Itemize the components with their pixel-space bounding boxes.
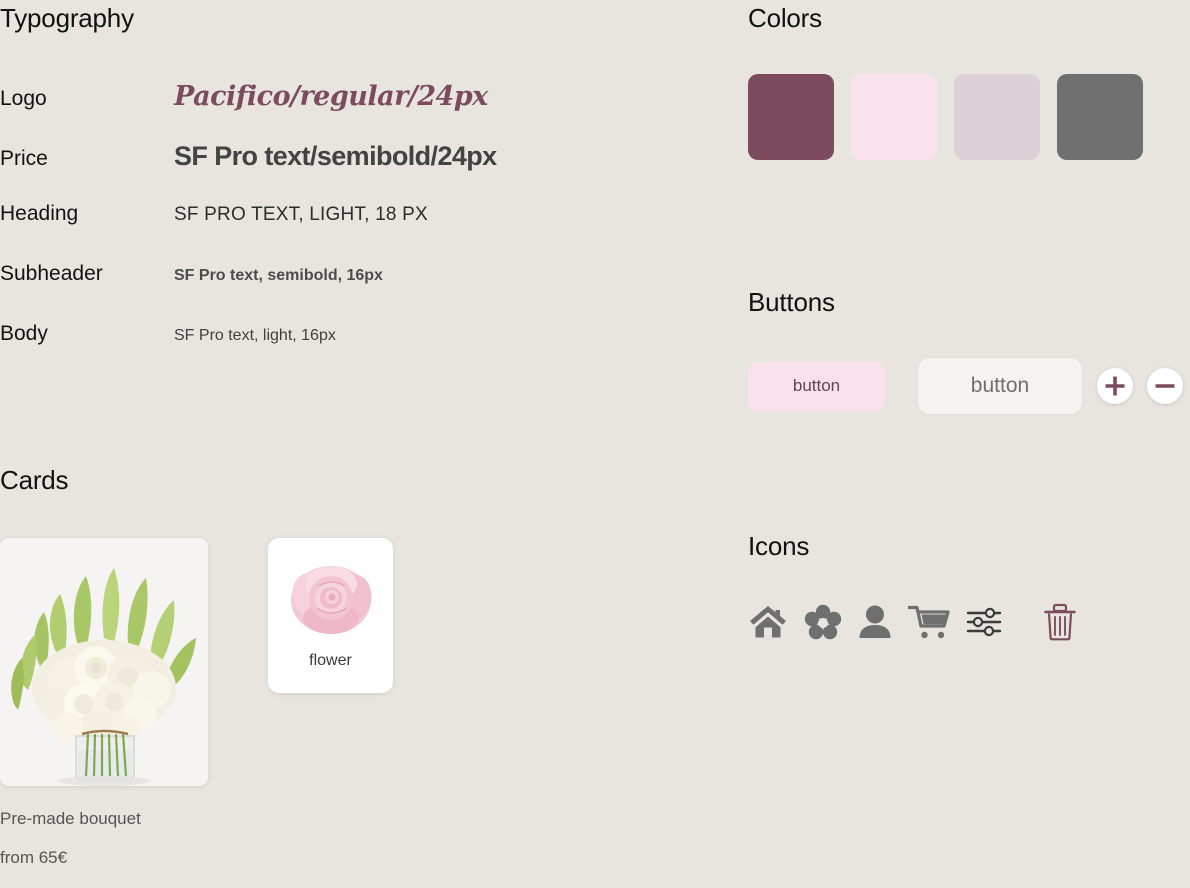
buttons-row: button button xyxy=(748,357,1183,415)
icon-cell-trash[interactable] xyxy=(1044,603,1076,641)
design-system-page: Typography Logo Pacifico/regular/24px Pr… xyxy=(0,0,1190,886)
icons-heading: Icons xyxy=(748,531,810,561)
typography-heading: Typography xyxy=(0,3,134,33)
typography-sample-body: SF Pro text, light, 16px xyxy=(174,327,336,344)
bouquet-price: from 65€ xyxy=(0,848,68,867)
plus-icon xyxy=(1105,376,1125,396)
bouquet-title: Pre-made bouquet xyxy=(0,809,141,828)
typography-row-body: Body SF Pro text, light, 16px xyxy=(0,323,700,383)
bouquet-caption: Pre-made bouquet from 65€ xyxy=(0,810,330,888)
typography-label-heading: Heading xyxy=(0,202,79,225)
typography-row-subheader: Subheader SF Pro text, semibold, 16px xyxy=(0,263,700,323)
plus-button[interactable] xyxy=(1097,368,1133,404)
icon-cell-flower[interactable] xyxy=(804,604,842,640)
bouquet-image xyxy=(0,538,208,786)
trash-icon xyxy=(1044,603,1076,641)
icon-cell-home[interactable] xyxy=(748,604,788,640)
icon-cell-cart[interactable] xyxy=(908,604,950,640)
icon-cell-person[interactable] xyxy=(858,604,892,640)
typography-row-logo: Logo Pacifico/regular/24px xyxy=(0,83,700,143)
typography-sample-price: SF Pro text/semibold/24px xyxy=(174,141,497,171)
buttons-heading: Buttons xyxy=(748,287,835,317)
person-icon xyxy=(859,605,891,638)
secondary-button[interactable]: button xyxy=(917,357,1083,415)
typography-sample-heading: SF PRO TEXT, LIGHT, 18 PX xyxy=(174,204,428,225)
typography-row-price: Price SF Pro text/semibold/24px xyxy=(0,143,700,203)
typography-sample-logo: Pacifico/regular/24px xyxy=(174,81,488,112)
color-swatch-maroon[interactable] xyxy=(748,74,834,160)
typography-rows: Logo Pacifico/regular/24px Price SF Pro … xyxy=(0,83,700,383)
icon-cell-sliders[interactable] xyxy=(966,607,1002,637)
primary-button[interactable]: button xyxy=(748,361,885,411)
product-card-bouquet[interactable] xyxy=(0,538,208,786)
sliders-icon xyxy=(966,607,1002,637)
typography-label-logo: Logo xyxy=(0,87,47,110)
color-swatch-mauve[interactable] xyxy=(954,74,1040,160)
flower-card-label: flower xyxy=(309,652,352,669)
typography-sample-subheader: SF Pro text, semibold, 16px xyxy=(174,267,383,284)
cards-row: flower Pre-made bouquet from 65€ xyxy=(0,538,393,866)
icons-row xyxy=(748,603,1076,641)
typography-label-body: Body xyxy=(0,322,48,345)
rose-image xyxy=(290,566,371,634)
home-icon xyxy=(750,606,786,638)
colors-heading: Colors xyxy=(748,3,822,33)
product-card-flower[interactable]: flower xyxy=(268,538,393,693)
typography-label-price: Price xyxy=(0,147,48,170)
color-swatches xyxy=(748,74,1143,160)
typography-row-heading: Heading SF PRO TEXT, LIGHT, 18 PX xyxy=(0,203,700,263)
cards-heading: Cards xyxy=(0,465,69,495)
flower-icon xyxy=(804,604,842,640)
minus-icon xyxy=(1155,384,1175,388)
typography-label-subheader: Subheader xyxy=(0,262,103,285)
shopping-cart-icon xyxy=(908,605,950,639)
minus-button[interactable] xyxy=(1147,368,1183,404)
color-swatch-pale-pink[interactable] xyxy=(851,74,937,160)
color-swatch-gray[interactable] xyxy=(1057,74,1143,160)
